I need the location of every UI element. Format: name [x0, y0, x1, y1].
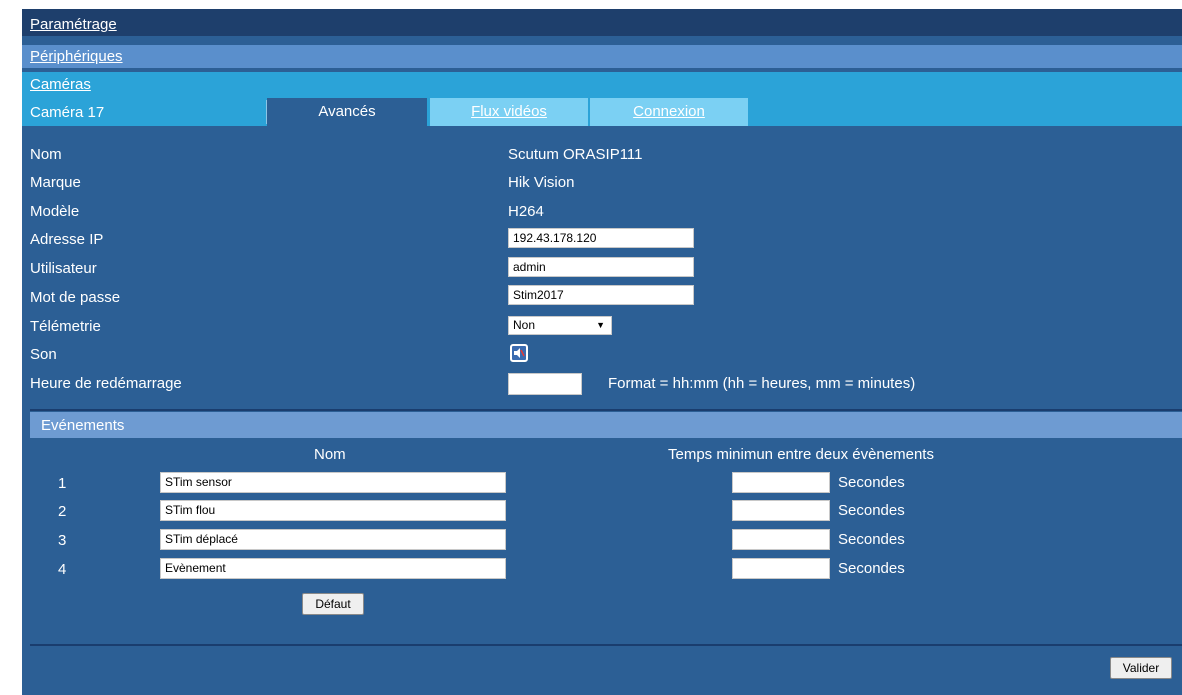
- events-section-title: Evénements: [41, 417, 125, 434]
- reboot-time-input[interactable]: [508, 373, 582, 395]
- events-section-header: Evénements: [30, 412, 1182, 438]
- event-row-number: 1: [58, 475, 67, 492]
- nav-link-cameras[interactable]: Caméras: [30, 76, 91, 93]
- nom-value: Scutum ORASIP111: [508, 146, 643, 163]
- password-input[interactable]: Stim2017: [508, 285, 694, 305]
- camera-title: Caméra 17: [30, 104, 105, 121]
- event-name-input[interactable]: Evènement: [160, 558, 506, 579]
- event-name-input[interactable]: STim sensor: [160, 472, 506, 493]
- seconds-unit-label: Secondes: [838, 531, 905, 548]
- event-seconds-input[interactable]: [732, 500, 830, 521]
- seconds-unit-label: Secondes: [838, 502, 905, 519]
- reboot-time-label: Heure de redémarrage: [30, 375, 182, 392]
- nav-link-parametrage[interactable]: Paramétrage: [30, 16, 117, 33]
- breadcrumb-level2: Périphériques: [22, 45, 1182, 68]
- breadcrumb-level3: Caméras: [22, 72, 1182, 98]
- submit-button[interactable]: Valider: [1110, 657, 1172, 679]
- tab-connexion-label: Connexion: [633, 103, 705, 120]
- marque-value: Hik Vision: [508, 174, 575, 191]
- divider: [30, 644, 1182, 646]
- telemetrie-selected-value: Non: [513, 318, 536, 332]
- password-label: Mot de passe: [30, 289, 121, 306]
- event-row-number: 4: [58, 561, 67, 578]
- ip-address-input[interactable]: 192.43.178.120: [508, 228, 694, 248]
- breadcrumb-level1: Paramétrage: [22, 9, 1182, 36]
- modele-label: Modèle: [30, 203, 80, 220]
- user-label: Utilisateur: [30, 260, 97, 277]
- tab-avances-label: Avancés: [318, 103, 376, 120]
- seconds-unit-label: Secondes: [838, 560, 905, 577]
- tab-avances[interactable]: Avancés: [267, 98, 427, 126]
- son-label: Son: [30, 346, 57, 363]
- nom-label: Nom: [30, 146, 62, 163]
- tab-flux-videos[interactable]: Flux vidéos: [430, 98, 588, 126]
- event-seconds-input[interactable]: [732, 529, 830, 550]
- seconds-unit-label: Secondes: [838, 474, 905, 491]
- reboot-format-hint: Format = hh:mm (hh = heures, mm = minute…: [608, 375, 916, 392]
- ip-label: Adresse IP: [30, 231, 104, 248]
- event-row-number: 3: [58, 532, 67, 549]
- username-input[interactable]: admin: [508, 257, 694, 277]
- marque-label: Marque: [30, 174, 81, 191]
- speaker-muted-icon[interactable]: [510, 344, 528, 362]
- tab-bar: Caméra 17 Avancés Flux vidéos Connexion: [22, 98, 1182, 126]
- divider: [30, 409, 1182, 411]
- event-name-input[interactable]: STim déplacé: [160, 529, 506, 550]
- events-column-time: Temps minimun entre deux évènements: [668, 446, 934, 463]
- modele-value: H264: [508, 203, 544, 220]
- event-seconds-input[interactable]: [732, 472, 830, 493]
- dropdown-arrow-icon: ▼: [596, 320, 605, 330]
- tab-connexion[interactable]: Connexion: [590, 98, 748, 126]
- camera-settings-panel: Paramétrage Périphériques Caméras Caméra…: [22, 9, 1182, 695]
- nav-link-peripheriques[interactable]: Périphériques: [30, 48, 123, 65]
- event-name-input[interactable]: STim flou: [160, 500, 506, 521]
- tab-flux-videos-label: Flux vidéos: [471, 103, 547, 120]
- events-column-name: Nom: [314, 446, 346, 463]
- default-button[interactable]: Défaut: [302, 593, 364, 615]
- event-seconds-input[interactable]: [732, 558, 830, 579]
- event-row-number: 2: [58, 503, 67, 520]
- telemetrie-label: Télémetrie: [30, 318, 101, 335]
- telemetrie-select[interactable]: Non ▼: [508, 316, 612, 335]
